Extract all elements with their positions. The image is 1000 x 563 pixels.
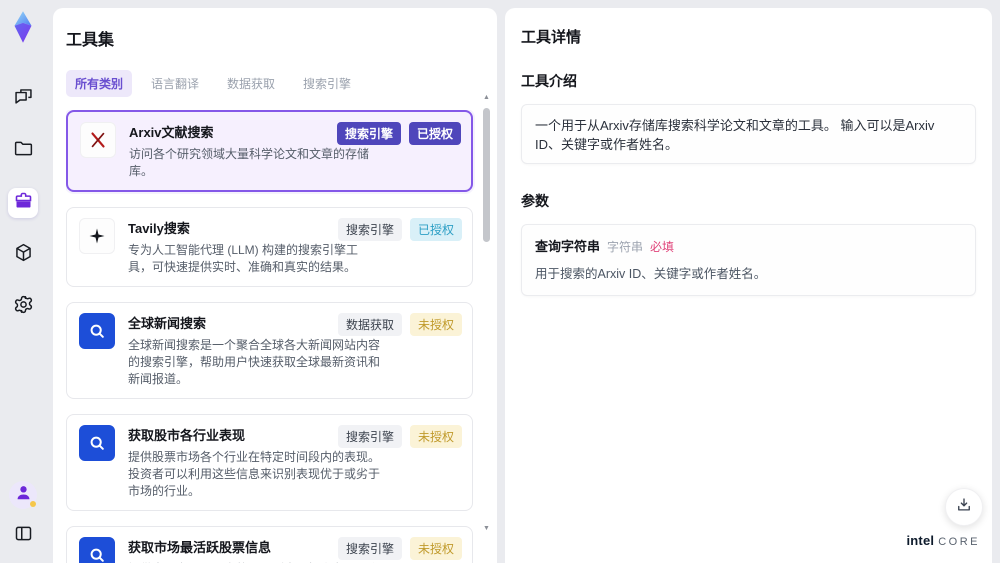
tab-search-engine[interactable]: 搜索引擎 [294, 70, 360, 97]
news-search-icon [79, 537, 115, 563]
tool-description: 提供股票市场各个行业在特定时间段内的表现。投资者可以利用这些信息来识别表现优于或… [128, 450, 381, 498]
news-search-icon [79, 425, 115, 461]
param-name: 查询字符串 [535, 239, 601, 254]
scrollbar-thumb[interactable] [483, 108, 490, 242]
tool-card-sector-performance[interactable]: 获取股市各行业表现 提供股票市场各个行业在特定时间段内的表现。投资者可以利用这些… [66, 414, 473, 511]
category-badge: 搜索引擎 [337, 218, 402, 241]
category-badge: 搜索引擎 [337, 537, 402, 560]
tool-card-tavily[interactable]: Tavily搜索 专为人工智能代理 (LLM) 构建的搜索引擎工具，可快速提供实… [66, 207, 473, 287]
brand-core-text: CORE [938, 536, 980, 548]
news-search-icon [79, 313, 115, 349]
list-scrollbar[interactable]: ▲ ▼ [483, 94, 490, 532]
tool-card-most-active-stocks[interactable]: 获取市场最活跃股票信息 提供当天交易量最高的股票列表，投资者可以利用这些信息来识… [66, 526, 473, 563]
sidebar-item-settings[interactable] [8, 292, 38, 322]
params-section-header: 参数 [521, 193, 549, 209]
detail-title: 工具详情 [521, 29, 582, 46]
intel-core-logo: intel CORE [906, 533, 980, 548]
status-dot [30, 501, 36, 507]
tool-description: 访问各个研究领域大量科学论文和文章的存储库。 [129, 147, 370, 178]
scrollbar-down-arrow[interactable]: ▼ [483, 525, 490, 532]
panel-toggle-icon [13, 523, 34, 549]
param-required-badge: 必填 [650, 240, 675, 254]
tab-data-fetch[interactable]: 数据获取 [218, 70, 284, 97]
parameter-card: 查询字符串 字符串 必填 用于搜索的Arxiv ID、关键字或作者姓名。 [521, 224, 976, 296]
sidebar-item-tools[interactable] [8, 188, 38, 218]
sparkle-icon [79, 218, 115, 254]
scrollbar-up-arrow[interactable]: ▲ [483, 94, 490, 101]
auth-status-badge: 已授权 [409, 218, 462, 241]
auth-status-badge: 已授权 [408, 122, 461, 145]
tool-list: Arxiv文献搜索 访问各个研究领域大量科学论文和文章的存储库。 搜索引擎 已授… [66, 110, 483, 563]
sidebar-item-packages[interactable] [8, 240, 38, 270]
auth-status-badge: 未授权 [409, 425, 462, 448]
category-badge: 数据获取 [337, 313, 402, 336]
briefcase-icon [13, 190, 34, 216]
tool-description: 专为人工智能代理 (LLM) 构建的搜索引擎工具，可快速提供实时、准确和真实的结… [128, 243, 359, 274]
package-icon [13, 242, 34, 268]
auth-status-badge: 未授权 [409, 313, 462, 336]
category-badge: 搜索引擎 [336, 122, 401, 145]
tool-card-arxiv[interactable]: Arxiv文献搜索 访问各个研究领域大量科学论文和文章的存储库。 搜索引擎 已授… [66, 110, 473, 192]
arxiv-logo-icon [80, 122, 116, 158]
sidebar-item-account[interactable] [9, 481, 37, 509]
tool-card-global-news[interactable]: 全球新闻搜索 全球新闻搜索是一个聚合全球各大新闻网站内容的搜索引擎，帮助用户快速… [66, 302, 473, 399]
download-button[interactable] [945, 488, 983, 526]
toolset-panel: 工具集 所有类别 语言翻译 数据获取 搜索引擎 Arxiv文献搜索 访问各个研究… [53, 8, 497, 563]
page-title: 工具集 [66, 32, 115, 49]
param-type: 字符串 [607, 240, 644, 254]
category-tabs: 所有类别 语言翻译 数据获取 搜索引擎 [66, 70, 483, 97]
sidebar [0, 0, 46, 563]
download-icon [955, 496, 973, 519]
sidebar-item-collapse[interactable] [8, 521, 38, 551]
category-badge: 搜索引擎 [337, 425, 402, 448]
tab-language-translation[interactable]: 语言翻译 [142, 70, 208, 97]
sidebar-item-files[interactable] [8, 136, 38, 166]
param-description: 用于搜索的Arxiv ID、关键字或作者姓名。 [535, 267, 767, 281]
gear-icon [13, 294, 34, 320]
chat-icon [13, 86, 34, 112]
sidebar-item-chat[interactable] [8, 84, 38, 114]
tab-all-categories[interactable]: 所有类别 [66, 70, 133, 97]
app-logo-icon[interactable] [8, 10, 38, 44]
auth-status-badge: 未授权 [409, 537, 462, 560]
brand-intel-text: intel [906, 533, 935, 548]
tool-intro-text: 一个用于从Arxiv存储库搜索科学论文和文章的工具。 输入可以是Arxiv ID… [521, 104, 976, 164]
tool-detail-panel: 工具详情 工具介绍 一个用于从Arxiv存储库搜索科学论文和文章的工具。 输入可… [505, 8, 992, 563]
tool-description: 全球新闻搜索是一个聚合全球各大新闻网站内容的搜索引擎，帮助用户快速获取全球最新资… [128, 338, 381, 386]
folder-icon [13, 138, 34, 164]
intro-section-header: 工具介绍 [521, 73, 577, 89]
